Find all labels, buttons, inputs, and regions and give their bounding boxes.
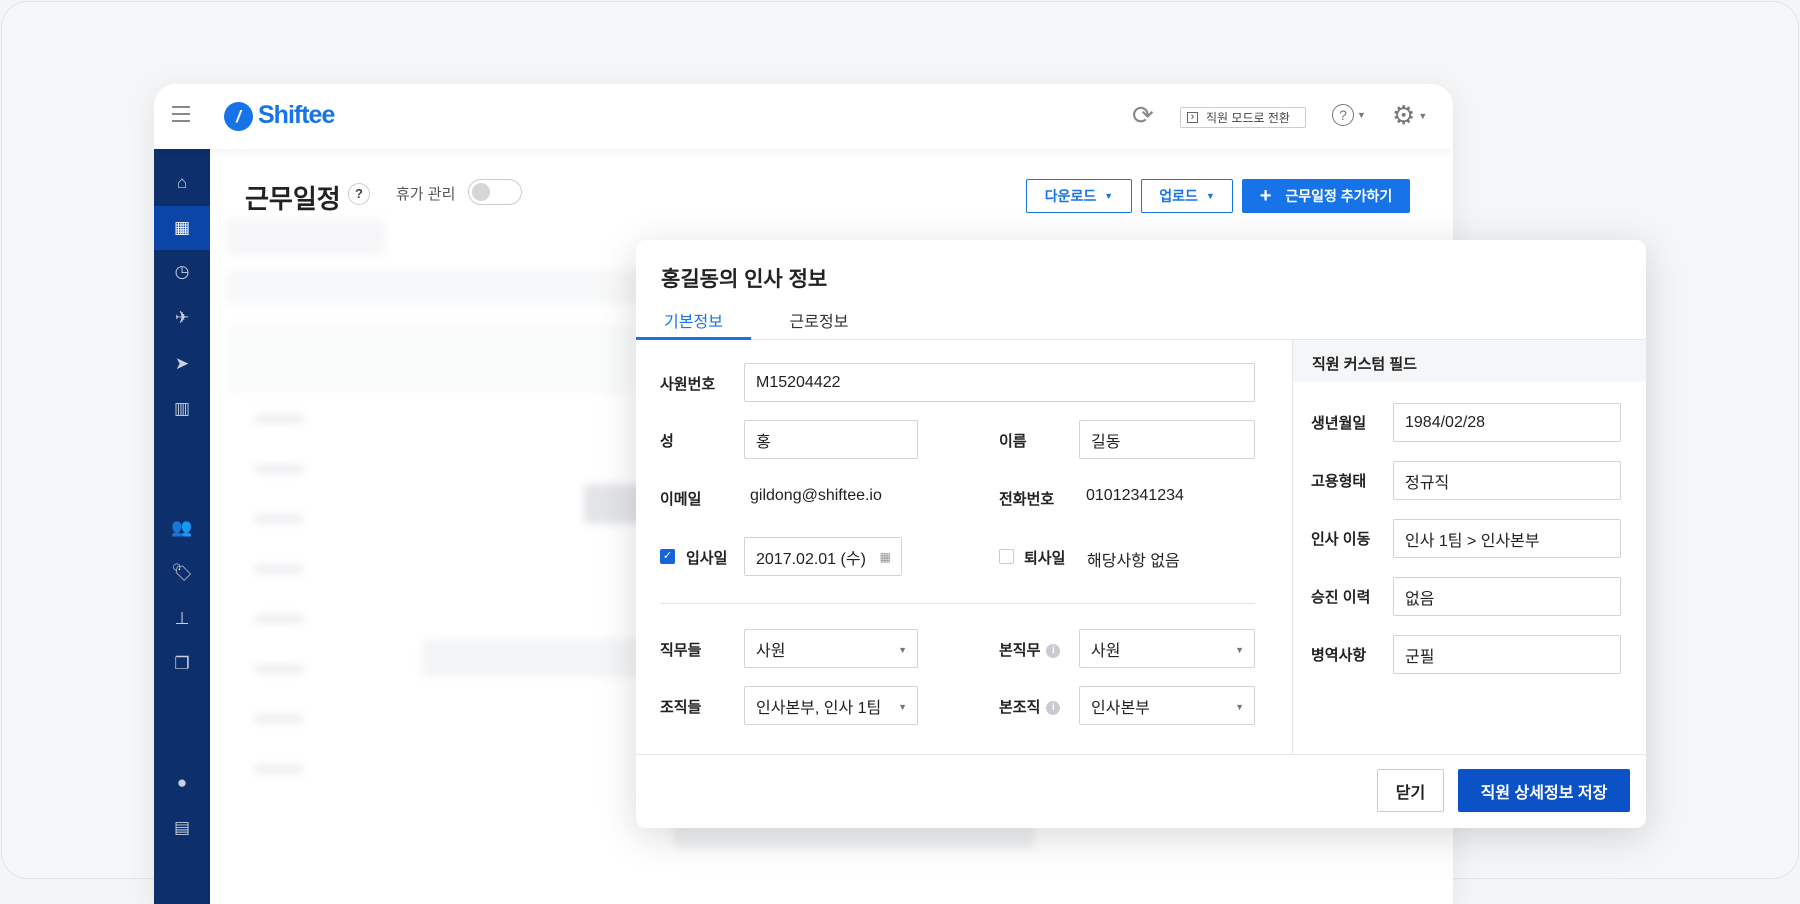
leave-date-value: 해당사항 없음 bbox=[1087, 553, 1180, 570]
chevron-down-icon: ▼ bbox=[898, 702, 907, 712]
sidebar-user-icon[interactable]: ● bbox=[154, 761, 210, 805]
download-button[interactable]: 다운로드 ▼ bbox=[1026, 179, 1132, 213]
page-title: 근무일정 bbox=[245, 184, 341, 214]
sidebar-plane-icon[interactable]: ✈ bbox=[154, 296, 210, 340]
main-org-select[interactable]: 인사본부 ▼ bbox=[1079, 686, 1255, 725]
email-label: 이메일 bbox=[660, 491, 702, 508]
tab-basic-info[interactable]: 기본정보 bbox=[636, 308, 751, 340]
first-name-input[interactable]: 길동 bbox=[1079, 420, 1255, 459]
upload-button[interactable]: 업로드 ▼ bbox=[1141, 179, 1233, 213]
sidebar-tags-icon[interactable]: 🏷 bbox=[154, 551, 210, 595]
last-name-input[interactable]: 홍 bbox=[744, 420, 918, 459]
employee-info-modal: 홍길동의 인사 정보 기본정보 근로정보 사원번호 M15204422 성 홍 … bbox=[636, 240, 1646, 828]
help-menu[interactable]: ? ▼ bbox=[1332, 104, 1366, 126]
promotion-input[interactable]: 없음 bbox=[1393, 577, 1621, 616]
sidebar: ⌂ ▦ ◷ ✈ ➤ ▥ 👥 🏷 ⊥ ❐ ● ▤ bbox=[154, 149, 210, 904]
footer-divider bbox=[636, 754, 1646, 755]
modal-title: 홍길동의 인사 정보 bbox=[661, 268, 828, 291]
sidebar-home-icon[interactable]: ⌂ bbox=[154, 161, 210, 205]
chevron-down-icon: ▼ bbox=[1205, 191, 1215, 201]
main-job-label: 본직무 i bbox=[999, 639, 1061, 660]
switch-mode-button[interactable]: › 직원 모드로 전환 bbox=[1180, 107, 1306, 128]
tab-work-info[interactable]: 근로정보 bbox=[774, 308, 864, 340]
add-schedule-label: 근무일정 추가하기 bbox=[1285, 188, 1393, 204]
orgs-value: 인사본부, 인사 1팀 bbox=[756, 699, 882, 717]
settings-menu[interactable]: ⚙ ▼ bbox=[1392, 100, 1427, 131]
chevron-down-icon: ▼ bbox=[898, 645, 907, 655]
first-name-label: 이름 bbox=[999, 433, 1027, 450]
hire-date-checkbox[interactable]: ✓ bbox=[660, 549, 675, 564]
employee-no-label: 사원번호 bbox=[660, 376, 716, 393]
jobs-label: 직무들 bbox=[660, 642, 702, 659]
top-header: / Shiftee ⟳ › 직원 모드로 전환 ? ▼ ⚙ ▼ bbox=[154, 84, 1453, 149]
gear-icon: ⚙ bbox=[1392, 100, 1416, 130]
main-org-label-text: 본조직 bbox=[999, 699, 1041, 716]
last-name-label: 성 bbox=[660, 433, 674, 450]
chevron-down-icon: ▼ bbox=[1357, 110, 1366, 120]
switch-icon: › bbox=[1187, 112, 1198, 123]
employee-no-input[interactable]: M15204422 bbox=[744, 363, 1255, 402]
brand-name: Shiftee bbox=[258, 101, 335, 129]
phone-label: 전화번호 bbox=[999, 491, 1055, 508]
birthdate-input[interactable]: 1984/02/28 bbox=[1393, 403, 1621, 442]
jobs-value: 사원 bbox=[756, 642, 786, 660]
help-badge[interactable]: ? bbox=[348, 183, 370, 205]
employment-type-input[interactable]: 정규직 bbox=[1393, 461, 1621, 500]
calendar-icon: ▦ bbox=[879, 549, 891, 564]
birthdate-label: 생년월일 bbox=[1311, 415, 1367, 432]
chevron-down-icon: ▼ bbox=[1235, 645, 1244, 655]
sidebar-users-icon[interactable]: 👥 bbox=[154, 506, 210, 550]
hire-date-value: 2017.02.01 (수) bbox=[756, 550, 866, 568]
add-schedule-button[interactable]: + 근무일정 추가하기 bbox=[1242, 179, 1410, 213]
phone-value: 01012341234 bbox=[1086, 487, 1184, 504]
jobs-select[interactable]: 사원 ▼ bbox=[744, 629, 918, 668]
main-org-value: 인사본부 bbox=[1091, 699, 1150, 717]
military-input[interactable]: 군필 bbox=[1393, 635, 1621, 674]
upload-label: 업로드 bbox=[1159, 188, 1198, 204]
transfer-input[interactable]: 인사 1팀 > 인사본부 bbox=[1393, 519, 1621, 558]
chevron-down-icon: ▼ bbox=[1418, 110, 1428, 121]
sidebar-chart-icon[interactable]: ▥ bbox=[154, 387, 210, 431]
sidebar-send-icon[interactable]: ➤ bbox=[154, 342, 210, 386]
help-icon: ? bbox=[1332, 104, 1354, 126]
main-job-label-text: 본직무 bbox=[999, 642, 1041, 659]
orgs-select[interactable]: 인사본부, 인사 1팀 ▼ bbox=[744, 686, 918, 725]
download-label: 다운로드 bbox=[1044, 188, 1097, 204]
sidebar-clock-icon[interactable]: ◷ bbox=[154, 250, 210, 294]
sidebar-calendar-icon[interactable]: ▦ bbox=[154, 206, 210, 250]
leave-date-label: 퇴사일 bbox=[1024, 550, 1066, 567]
employment-type-label: 고용형태 bbox=[1311, 473, 1367, 490]
hire-date-label: 입사일 bbox=[686, 550, 728, 567]
info-icon[interactable]: i bbox=[1046, 644, 1061, 659]
orgs-label: 조직들 bbox=[660, 699, 702, 716]
shiftee-logo-icon: / bbox=[224, 102, 253, 131]
section-divider bbox=[660, 603, 1255, 604]
close-button[interactable]: 닫기 bbox=[1377, 769, 1444, 812]
promotion-label: 승진 이력 bbox=[1311, 589, 1371, 606]
leave-toggle[interactable] bbox=[468, 179, 522, 205]
leave-date-checkbox[interactable] bbox=[999, 549, 1014, 564]
sidebar-copy-icon[interactable]: ❐ bbox=[154, 642, 210, 686]
main-job-select[interactable]: 사원 ▼ bbox=[1079, 629, 1255, 668]
main-org-label: 본조직 i bbox=[999, 696, 1061, 717]
plus-icon: + bbox=[1259, 184, 1272, 207]
hamburger-menu-icon[interactable] bbox=[172, 106, 190, 122]
main-job-value: 사원 bbox=[1091, 642, 1121, 660]
save-employee-button[interactable]: 직원 상세정보 저장 bbox=[1458, 769, 1630, 812]
custom-fields-title: 직원 커스텀 필드 bbox=[1293, 340, 1646, 382]
transfer-label: 인사 이동 bbox=[1311, 531, 1371, 548]
chevron-down-icon: ▼ bbox=[1104, 191, 1114, 201]
hire-date-input[interactable]: 2017.02.01 (수) ▦ bbox=[744, 537, 902, 576]
military-label: 병역사항 bbox=[1311, 647, 1367, 664]
sidebar-org-chart-icon[interactable]: ⊥ bbox=[154, 597, 210, 641]
switch-mode-label: 직원 모드로 전환 bbox=[1206, 111, 1290, 125]
refresh-icon[interactable]: ⟳ bbox=[1132, 100, 1154, 131]
chevron-down-icon: ▼ bbox=[1235, 702, 1244, 712]
leave-toggle-label: 휴가 관리 bbox=[396, 186, 456, 203]
sidebar-building-icon[interactable]: ▤ bbox=[154, 806, 210, 850]
email-value: gildong@shiftee.io bbox=[750, 487, 882, 504]
info-icon[interactable]: i bbox=[1046, 701, 1061, 716]
